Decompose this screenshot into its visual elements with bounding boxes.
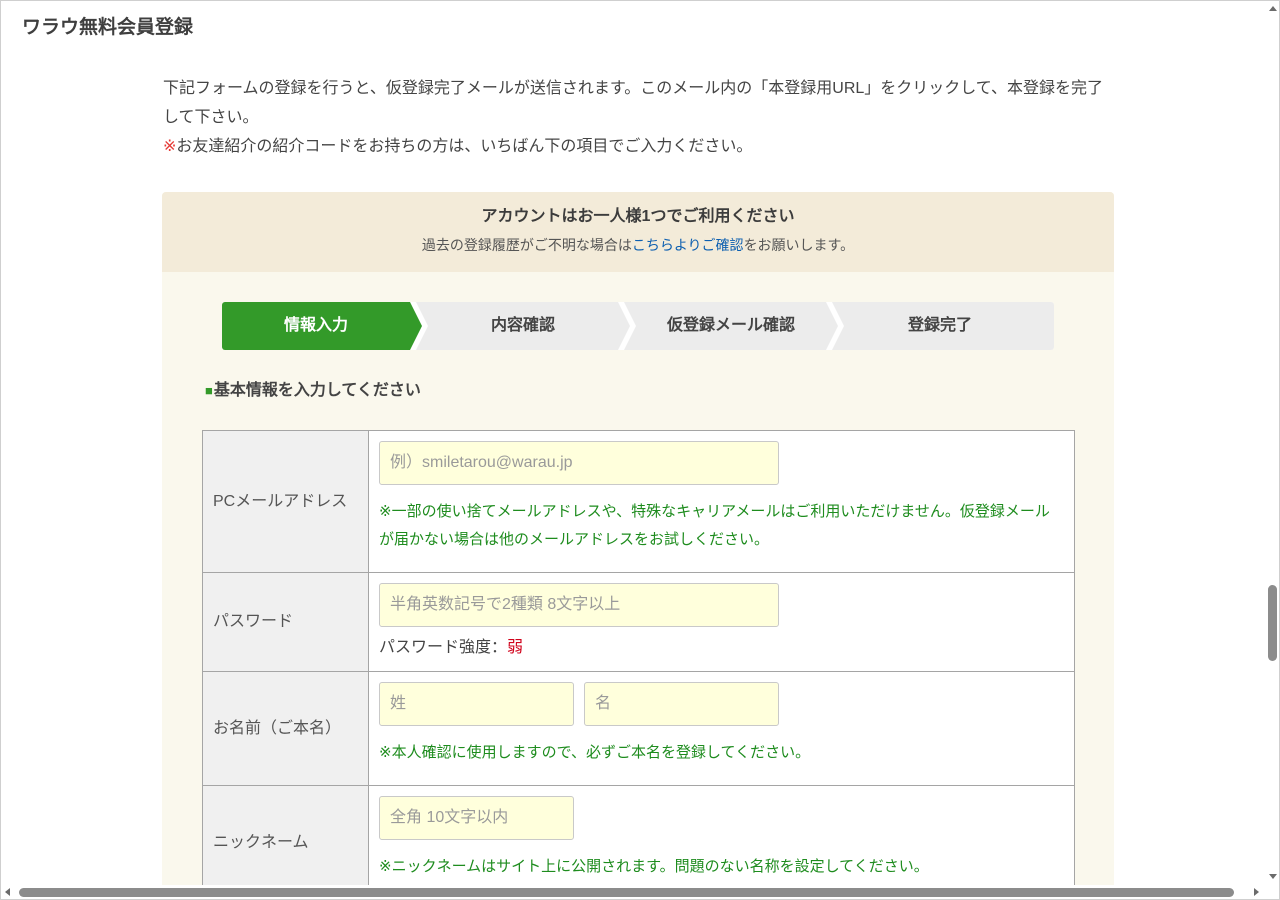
section-heading: ■基本情報を入力してください [205,379,421,403]
name-inputs [379,682,1064,726]
step-info-input: 情報入力 [222,302,422,350]
section-heading-text: 基本情報を入力してください [213,382,421,399]
scroll-up-arrow-icon[interactable] [1269,6,1277,11]
password-cell: パスワード強度：弱 [368,572,1075,672]
nickname-cell: ※ニックネームはサイト上に公開されます。問題のない名称を設定してください。 [368,785,1075,885]
password-strength-value: 弱 [507,639,524,656]
name-note: ※本人確認に使用しますので、必ずご本名を登録してください。 [379,744,811,761]
email-input[interactable] [379,441,779,485]
email-row: PCメールアドレス ※一部の使い捨てメールアドレスや、特殊なキャリアメールはご利… [202,430,1075,573]
password-strength-label: パスワード強度： [379,639,508,656]
step-label: 情報入力 [283,317,348,334]
registration-form-table: PCメールアドレス ※一部の使い捨てメールアドレスや、特殊なキャリアメールはご利… [202,430,1075,885]
last-name-input[interactable] [379,682,574,726]
step-temp-mail-confirm: 仮登録メール確認 [624,302,838,350]
scroll-left-arrow-icon[interactable] [5,888,10,896]
password-input[interactable] [379,583,779,627]
password-row: パスワード パスワード強度：弱 [202,572,1075,672]
nickname-note: ※ニックネームはサイト上に公開されます。問題のない名称を設定してください。 [379,858,929,875]
intro-note-mark: ※ [163,138,177,155]
account-notice-title: アカウントはお一人様1つでご利用ください [481,208,795,225]
scroll-right-arrow-icon[interactable] [1254,888,1259,896]
step-label: 登録完了 [907,317,972,334]
step-label: 仮登録メール確認 [666,317,795,334]
registration-panel: アカウントはお一人様1つでご利用ください 過去の登録履歴がご不明な場合はこちらよ… [162,192,1114,885]
email-cell: ※一部の使い捨てメールアドレスや、特殊なキャリアメールはご利用いただけません。仮… [368,430,1075,573]
email-note: ※一部の使い捨てメールアドレスや、特殊なキャリアメールはご利用いただけません。仮… [379,503,1050,548]
account-notice: アカウントはお一人様1つでご利用ください 過去の登録履歴がご不明な場合はこちらよ… [162,192,1114,272]
intro-text: 下記フォームの登録を行うと、仮登録完了メールが送信されます。このメール内の「本登… [163,74,1115,161]
nickname-input[interactable] [379,796,574,840]
page-title: ワラウ無料会員登録 [22,17,194,38]
account-notice-text-after: をお願いします。 [743,237,855,253]
nickname-label: ニックネーム [202,785,369,885]
horizontal-scroll-thumb[interactable] [19,888,1234,897]
intro-main-text: 下記フォームの登録を行うと、仮登録完了メールが送信されます。このメール内の「本登… [163,80,1104,126]
account-notice-text-before: 過去の登録履歴がご不明な場合は [421,237,632,253]
section-marker: ■ [205,383,213,398]
horizontal-scrollbar[interactable] [0,885,1266,900]
scrollbar-corner [1266,885,1280,900]
password-label: パスワード [202,572,369,672]
step-registration-complete: 登録完了 [832,302,1054,350]
account-notice-text: 過去の登録履歴がご不明な場合はこちらよりご確認をお願いします。 [162,235,1114,255]
name-cell: ※本人確認に使用しますので、必ずご本名を登録してください。 [368,671,1075,786]
nickname-row: ニックネーム ※ニックネームはサイト上に公開されます。問題のない名称を設定してく… [202,785,1075,885]
vertical-scrollbar[interactable] [1266,0,1280,885]
history-check-link[interactable]: こちらよりご確認 [632,237,744,253]
registration-steps: 情報入力 内容確認 仮登録メール確認 登録完了 [222,302,1054,350]
vertical-scroll-thumb[interactable] [1268,585,1277,661]
step-label: 内容確認 [490,317,555,334]
first-name-input[interactable] [584,682,779,726]
password-strength: パスワード強度：弱 [379,635,1064,661]
intro-note-text: お友達紹介の紹介コードをお持ちの方は、いちばん下の項目でご入力ください。 [176,138,753,155]
page-viewport: ワラウ無料会員登録 下記フォームの登録を行うと、仮登録完了メールが送信されます。… [0,0,1266,885]
step-content-confirm: 内容確認 [416,302,630,350]
name-row: お名前（ご本名） ※本人確認に使用しますので、必ずご本名を登録してください。 [202,671,1075,786]
name-label: お名前（ご本名） [202,671,369,786]
scroll-down-arrow-icon[interactable] [1269,874,1277,879]
email-label: PCメールアドレス [202,430,369,573]
